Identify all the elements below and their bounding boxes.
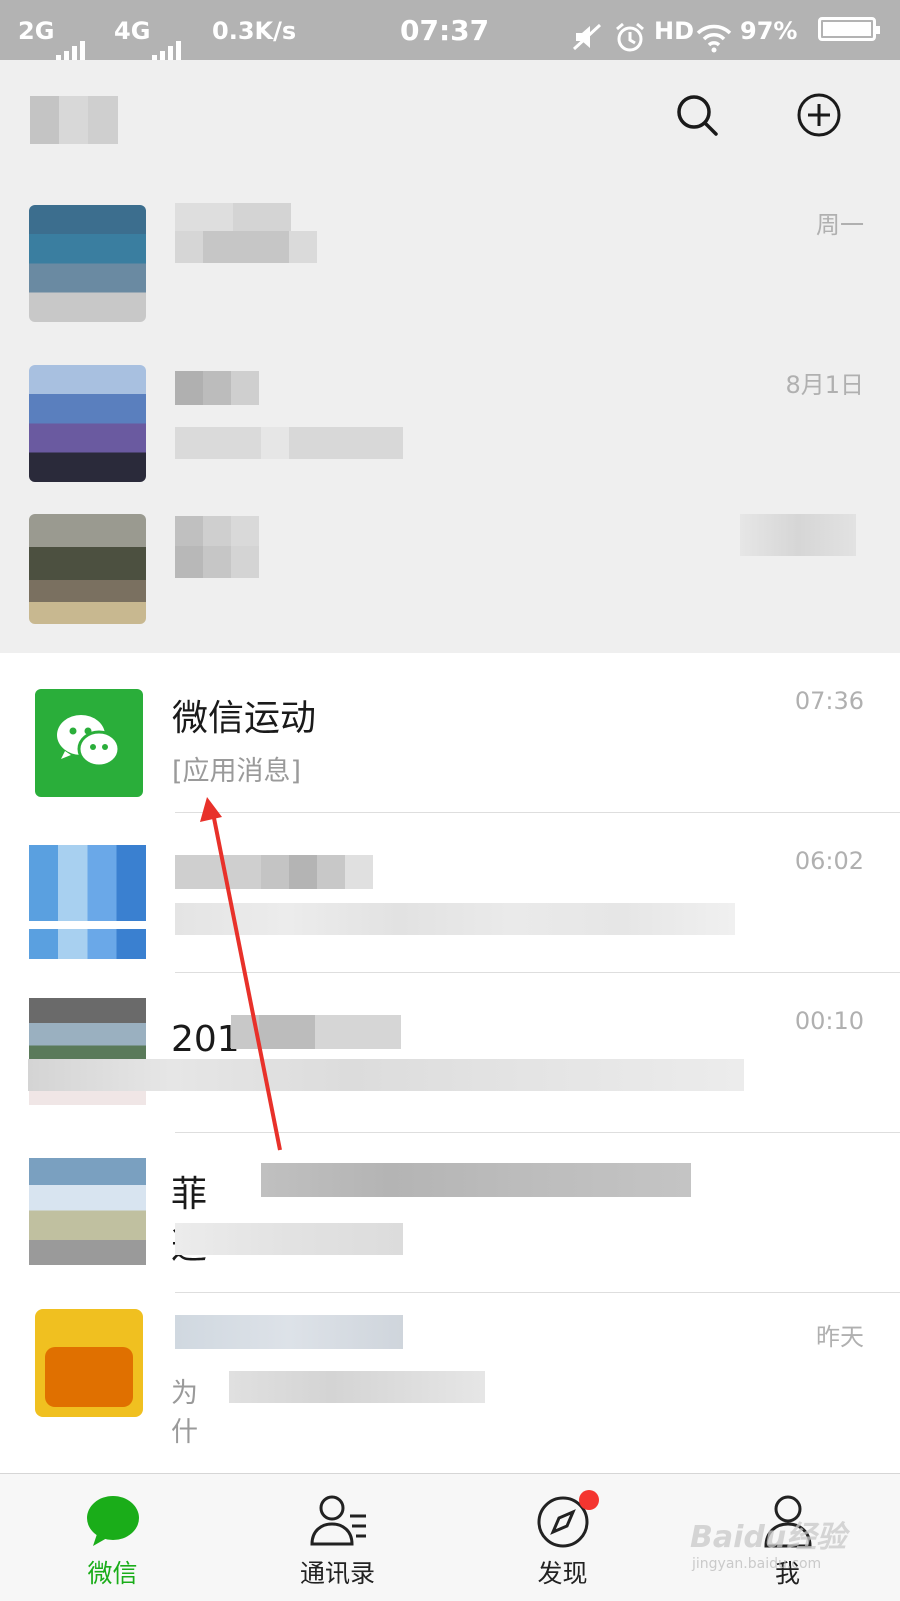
status-bar: 2G 4G 0.3K/s 07:37 HD 97%: [0, 0, 900, 63]
chat-bubble-icon: [85, 1494, 141, 1550]
chat-item[interactable]: 201 00:10: [0, 973, 900, 1133]
page-title: [30, 96, 118, 144]
battery-icon: [818, 17, 880, 41]
chat-item[interactable]: 菲迦: [0, 1133, 900, 1293]
chat-item[interactable]: 8月1日: [0, 335, 900, 496]
notification-badge: [578, 1490, 599, 1510]
chat-item-wechat-sports[interactable]: 微信运动 [应用消息] 07:36: [0, 653, 900, 813]
network-type-1: 2G: [18, 17, 55, 45]
battery-percent: 97%: [740, 17, 798, 45]
chat-name-blurred: [175, 855, 373, 889]
wifi-icon: [696, 14, 732, 53]
chat-time: 周一: [816, 211, 864, 239]
avatar: [29, 845, 146, 959]
chat-time: 8月1日: [785, 371, 864, 399]
mute-icon: [572, 14, 602, 51]
tab-contacts[interactable]: 通讯录: [225, 1474, 450, 1601]
tab-label: 通讯录: [299, 1559, 375, 1588]
chat-preview-blurred: [175, 231, 317, 263]
avatar: [29, 205, 146, 322]
hd-indicator: HD: [654, 17, 695, 45]
signal-icon-2: [148, 0, 184, 63]
chat-preview: [应用消息]: [172, 756, 302, 787]
contacts-icon: [309, 1494, 366, 1550]
tab-chats[interactable]: 微信: [0, 1474, 225, 1601]
wechat-sports-avatar: [35, 689, 143, 797]
chat-preview-blurred: [175, 1223, 403, 1255]
wechat-logo-icon: [57, 715, 121, 768]
chat-preview-blurred: [175, 546, 259, 578]
clock: 07:37: [400, 14, 490, 47]
chat-name-blurred: [175, 516, 259, 550]
chat-time: 06:02: [794, 847, 864, 875]
avatar: [35, 1309, 143, 1417]
search-icon[interactable]: [674, 92, 720, 138]
chat-preview-blurred: [28, 1059, 744, 1091]
chat-item[interactable]: 周一: [0, 175, 900, 336]
chat-time: 00:10: [794, 1007, 864, 1035]
alarm-icon: [614, 14, 646, 52]
avatar: [29, 365, 146, 482]
compass-icon: [535, 1490, 599, 1550]
chat-preview-blurred: [175, 903, 735, 935]
app-header: [0, 60, 900, 175]
chat-name-blurred: [175, 1315, 403, 1349]
tab-label: 发现: [537, 1559, 588, 1588]
avatar: [29, 1151, 146, 1265]
tab-label: 微信: [87, 1559, 138, 1588]
chat-name-blurred: [175, 371, 259, 405]
network-type-2: 4G: [114, 17, 151, 45]
chat-name: 微信运动: [172, 698, 317, 739]
chat-time: 07:36: [794, 687, 864, 715]
chat-preview-blurred: [175, 427, 403, 459]
chat-time: 昨天: [816, 1323, 864, 1351]
chat-item[interactable]: 为什 昨天: [0, 1293, 900, 1453]
chat-item[interactable]: [0, 492, 900, 653]
chat-item[interactable]: 06:02: [0, 813, 900, 973]
add-icon[interactable]: [796, 92, 842, 138]
network-speed: 0.3K/s: [212, 17, 297, 45]
signal-icon-1: [52, 0, 88, 63]
chat-time-blurred: [740, 514, 856, 556]
avatar: [29, 514, 146, 624]
watermark: Baidu经验 jingyan.baidu.com: [690, 1520, 847, 1572]
tab-discover[interactable]: 发现: [450, 1474, 675, 1601]
